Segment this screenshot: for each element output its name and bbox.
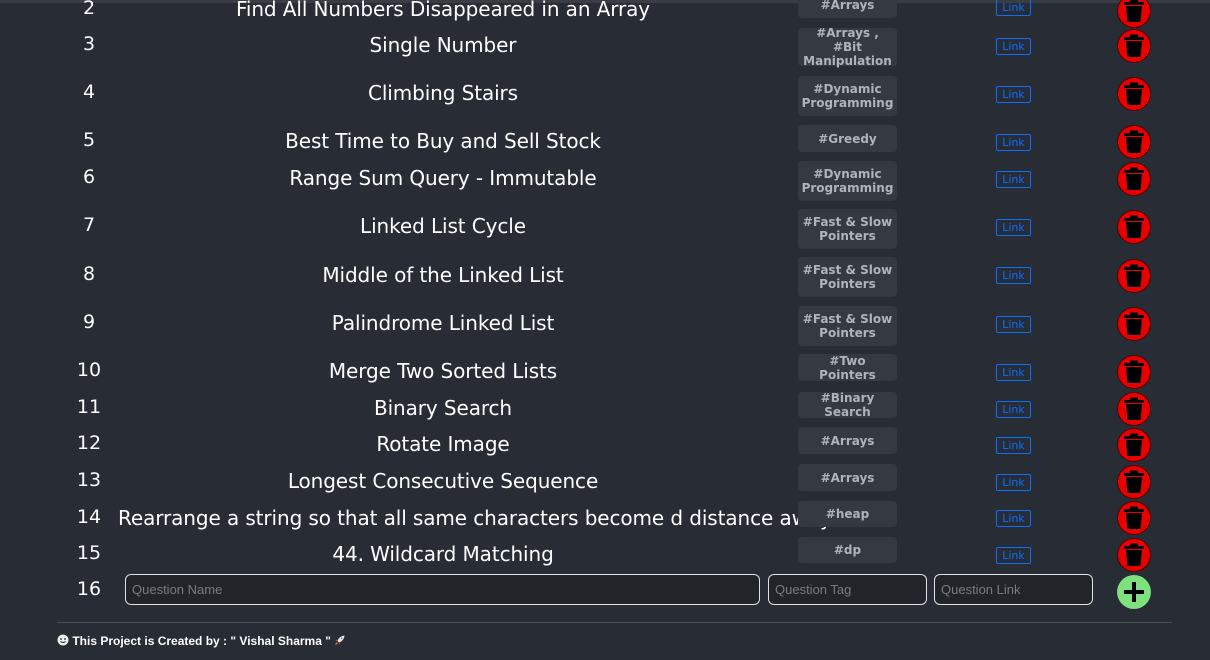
question-name: Best Time to Buy and Sell Stock (285, 129, 601, 153)
question-link[interactable]: Link (996, 510, 1031, 527)
row-number: 4 (82, 81, 96, 103)
question-link-input[interactable] (934, 574, 1093, 605)
question-link[interactable]: Link (996, 171, 1031, 188)
trash-icon (1124, 167, 1144, 190)
row-number: 3 (82, 33, 96, 55)
question-name: Merge Two Sorted Lists (328, 359, 558, 383)
question-link[interactable]: Link (996, 437, 1031, 454)
row-number: 15 (76, 542, 102, 564)
question-name: Range Sum Query - Immutable (289, 166, 597, 190)
question-link[interactable]: Link (996, 38, 1031, 55)
delete-button[interactable] (1117, 0, 1151, 28)
trash-icon (1124, 130, 1144, 153)
trash-icon (1124, 264, 1144, 287)
question-link[interactable]: Link (996, 474, 1031, 491)
question-link[interactable]: Link (996, 547, 1031, 564)
row-number: 2 (82, 0, 96, 19)
delete-button[interactable] (1117, 259, 1151, 293)
question-link[interactable]: Link (996, 219, 1031, 236)
question-link[interactable]: Link (996, 134, 1031, 151)
question-tag: #Arrays (798, 464, 897, 491)
trash-icon (1124, 506, 1144, 529)
trash-icon (1124, 470, 1144, 493)
row-number: 9 (82, 311, 96, 333)
question-name: 44. Wildcard Matching (332, 542, 554, 566)
smiley-icon (57, 634, 69, 646)
row-number: 13 (76, 469, 102, 491)
trash-icon (1124, 82, 1144, 105)
question-name-input[interactable] (125, 574, 760, 605)
delete-button[interactable] (1117, 538, 1151, 572)
question-name: Rearrange a string so that all same char… (118, 506, 832, 530)
trash-icon (1124, 34, 1144, 57)
footer-divider (57, 622, 1172, 623)
delete-button[interactable] (1117, 501, 1151, 535)
delete-button[interactable] (1117, 125, 1151, 159)
question-tag: #dp (798, 537, 897, 563)
question-tag: #Fast & Slow Pointers (798, 306, 897, 346)
question-tag: #Dynamic Programming (798, 76, 897, 116)
trash-icon (1124, 433, 1144, 456)
question-name: Binary Search (373, 396, 513, 420)
question-name: Longest Consecutive Sequence (287, 469, 599, 493)
delete-button[interactable] (1117, 428, 1151, 462)
row-number: 11 (76, 396, 102, 418)
row-number: 14 (76, 506, 102, 528)
question-name: Palindrome Linked List (331, 311, 555, 335)
row-number: 8 (82, 263, 96, 285)
question-tag: #Arrays (798, 427, 897, 454)
question-tag: #Fast & Slow Pointers (798, 257, 897, 297)
trash-icon (1124, 0, 1144, 22)
delete-button[interactable] (1117, 355, 1151, 389)
add-question-button[interactable] (1117, 575, 1151, 609)
question-tag: #Arrays , #Bit Manipulation (798, 26, 897, 68)
trash-icon (1124, 397, 1144, 420)
footer-credit: This Project is Created by : " Vishal Sh… (57, 634, 346, 648)
row-number: 6 (82, 166, 96, 188)
question-name: Single Number (369, 33, 517, 57)
question-link[interactable]: Link (996, 0, 1031, 16)
question-tag: #Binary Search (798, 391, 897, 419)
question-link[interactable]: Link (996, 267, 1031, 284)
trash-icon (1124, 215, 1144, 238)
question-link[interactable]: Link (996, 86, 1031, 103)
question-link[interactable]: Link (996, 364, 1031, 381)
question-tag: #Fast & Slow Pointers (798, 209, 897, 249)
rocket-icon (335, 635, 345, 645)
question-tag: #Dynamic Programming (798, 161, 897, 201)
row-number: 7 (82, 214, 96, 236)
delete-button[interactable] (1117, 465, 1151, 499)
trash-icon (1124, 360, 1144, 383)
delete-button[interactable] (1117, 307, 1151, 341)
row-number: 16 (76, 578, 102, 600)
question-tag: #Two Pointers (798, 354, 897, 382)
question-tag: #Arrays (798, 0, 897, 18)
row-number: 10 (76, 359, 102, 381)
question-name: Linked List Cycle (360, 214, 526, 238)
question-name: Middle of the Linked List (322, 263, 564, 287)
row-number: 5 (82, 129, 96, 151)
delete-button[interactable] (1117, 162, 1151, 196)
question-link[interactable]: Link (996, 401, 1031, 418)
delete-button[interactable] (1117, 210, 1151, 244)
question-tag: #heap (798, 501, 897, 527)
question-tag: #Greedy (798, 125, 897, 152)
question-tag-input[interactable] (768, 574, 927, 605)
delete-button[interactable] (1117, 392, 1151, 426)
footer-text: This Project is Created by : " Vishal Sh… (72, 634, 331, 648)
question-name: Climbing Stairs (367, 81, 519, 105)
delete-button[interactable] (1117, 29, 1151, 63)
question-name: Find All Numbers Disappeared in an Array (235, 0, 651, 21)
trash-icon (1124, 543, 1144, 566)
delete-button[interactable] (1117, 77, 1151, 111)
plus-icon (1124, 582, 1144, 602)
trash-icon (1124, 312, 1144, 335)
question-name: Rotate Image (376, 432, 510, 456)
question-link[interactable]: Link (996, 316, 1031, 333)
row-number: 12 (76, 432, 102, 454)
